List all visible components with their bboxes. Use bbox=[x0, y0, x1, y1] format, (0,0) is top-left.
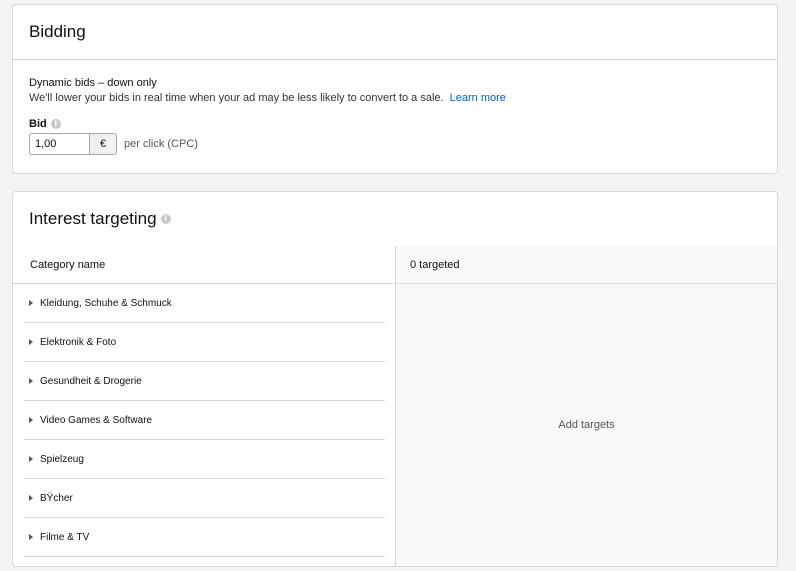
bid-strategy-description: We'll lower your bids in real time when … bbox=[29, 92, 444, 104]
bid-amount-input[interactable] bbox=[29, 133, 89, 155]
bidding-title: Bidding bbox=[29, 22, 86, 41]
caret-right-icon bbox=[29, 456, 33, 462]
category-label: Kleidung, Schuhe & Schmuck bbox=[40, 297, 172, 309]
caret-right-icon bbox=[29, 300, 33, 306]
category-label: Filme & TV bbox=[40, 531, 90, 543]
caret-right-icon bbox=[29, 495, 33, 501]
category-item[interactable]: BŸcher bbox=[24, 479, 385, 518]
caret-right-icon bbox=[29, 339, 33, 345]
category-label: Video Games & Software bbox=[40, 414, 153, 426]
add-targets-placeholder: Add targets bbox=[558, 419, 615, 431]
targeted-column: 0 targeted Add targets bbox=[396, 246, 777, 566]
targeted-count: 0 targeted bbox=[396, 246, 777, 284]
category-item[interactable]: Gesundheit & Drogerie bbox=[24, 362, 385, 401]
category-label: Elektronik & Foto bbox=[40, 336, 117, 348]
category-item[interactable]: Video Games & Software bbox=[24, 401, 385, 440]
bidding-card: Bidding Dynamic bids – down only We'll l… bbox=[12, 4, 778, 174]
caret-right-icon bbox=[29, 417, 33, 423]
bid-strategy-title: Dynamic bids – down only bbox=[29, 77, 157, 89]
bid-label: Bid bbox=[29, 118, 47, 130]
category-list: Kleidung, Schuhe & Schmuck Elektronik & … bbox=[13, 284, 395, 557]
bid-label-row: Bid i bbox=[29, 118, 761, 130]
bid-strategy-description-row: We'll lower your bids in real time when … bbox=[29, 92, 761, 104]
bidding-body: Dynamic bids – down only We'll lower you… bbox=[13, 60, 777, 155]
currency-addon: € bbox=[89, 133, 117, 155]
bid-input-row: € per click (CPC) bbox=[29, 133, 761, 155]
info-icon[interactable]: i bbox=[50, 119, 61, 129]
info-icon[interactable]: i bbox=[160, 214, 171, 224]
per-click-label: per click (CPC) bbox=[124, 138, 198, 150]
category-item[interactable]: Elektronik & Foto bbox=[24, 323, 385, 362]
interest-header: Interest targeting i bbox=[13, 192, 777, 247]
caret-right-icon bbox=[29, 378, 33, 384]
caret-right-icon bbox=[29, 534, 33, 540]
targeted-panel: Add targets bbox=[396, 284, 777, 566]
interest-title: Interest targeting bbox=[29, 209, 157, 228]
category-column: Category name Kleidung, Schuhe & Schmuck… bbox=[13, 246, 396, 566]
category-column-header: Category name bbox=[13, 246, 395, 284]
category-label: Gesundheit & Drogerie bbox=[40, 375, 142, 387]
category-item[interactable]: Kleidung, Schuhe & Schmuck bbox=[24, 284, 385, 323]
targeting-grid: Category name Kleidung, Schuhe & Schmuck… bbox=[13, 246, 777, 566]
category-item[interactable]: Spielzeug bbox=[24, 440, 385, 479]
category-label: BŸcher bbox=[40, 492, 73, 504]
bidding-header: Bidding bbox=[13, 5, 777, 60]
interest-targeting-card: Interest targeting i Category name Kleid… bbox=[12, 191, 778, 567]
category-item[interactable]: Filme & TV bbox=[24, 518, 385, 557]
category-label: Spielzeug bbox=[40, 453, 84, 465]
learn-more-link[interactable]: Learn more bbox=[450, 92, 506, 104]
